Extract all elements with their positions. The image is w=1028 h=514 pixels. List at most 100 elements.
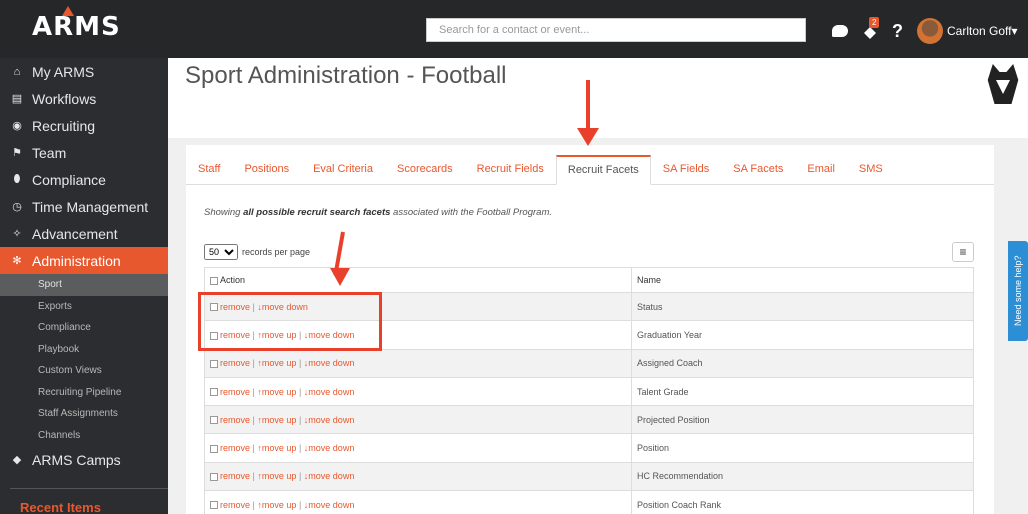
row-checkbox[interactable] [210, 501, 218, 510]
move-up-label: move up [261, 499, 297, 510]
sidebar-subitem-exports[interactable]: Exports [0, 296, 168, 318]
tab-staff[interactable]: Staff [186, 154, 232, 184]
user-menu[interactable]: Carlton Goff▾ [947, 24, 1018, 38]
sidebar-item-time-management[interactable]: ◷ Time Management [0, 193, 168, 220]
move-up-link[interactable]: ↑move up [257, 415, 296, 425]
move-up-link[interactable]: ↑move up [257, 358, 296, 368]
records-per-page: 50 records per page [204, 244, 310, 260]
sidebar-subitem-staff-assignments[interactable]: Staff Assignments [0, 403, 168, 425]
separator: | [252, 443, 255, 454]
sidebar-subitem-custom-views[interactable]: Custom Views [0, 360, 168, 382]
tab-sa-facets[interactable]: SA Facets [721, 154, 795, 184]
tab-scorecards[interactable]: Scorecards [385, 154, 465, 184]
main-content: Sport Administration - Football Staff Po… [168, 58, 1028, 514]
sidebar-item-administration[interactable]: ✻ Administration [0, 247, 176, 274]
move-down-label: move down [308, 443, 355, 454]
sidebar-item-arms-camps[interactable]: ◆ ARMS Camps [0, 446, 168, 473]
table-row: remove | ↑move up | ↓move down Position C… [204, 490, 974, 514]
select-all-checkbox[interactable] [210, 276, 218, 285]
notifications-button[interactable]: 2 [862, 17, 880, 41]
sidebar-item-label: Time Management [32, 198, 149, 215]
sidebar: ⌂ My ARMS ▤ Workflows ◉ Recruiting ⚑ Team ⬮ C… [0, 58, 176, 514]
move-up-link[interactable]: ↑move up [257, 443, 296, 453]
facet-name: HC Recommendation [631, 461, 974, 492]
separator: | [298, 358, 302, 369]
move-up-link[interactable]: ↑move up [257, 500, 296, 510]
per-page-select[interactable]: 50 [204, 244, 238, 260]
tab-eval-criteria[interactable]: Eval Criteria [301, 154, 385, 184]
recent-items-heading: Recent Items [20, 500, 101, 514]
remove-link[interactable]: remove [220, 471, 250, 481]
move-down-link[interactable]: ↓move down [304, 358, 355, 368]
row-checkbox[interactable] [210, 473, 218, 482]
arms-logo[interactable]: ARMS [32, 6, 142, 48]
separator: | [298, 471, 302, 482]
row-checkbox[interactable] [210, 388, 218, 397]
separator: | [298, 443, 302, 454]
description-prefix: Showing [204, 207, 244, 218]
sidebar-item-my-arms[interactable]: ⌂ My ARMS [0, 58, 168, 85]
move-down-link[interactable]: ↓move down [304, 471, 355, 481]
move-up-link[interactable]: ↑move up [257, 471, 296, 481]
sidebar-item-advancement[interactable]: ✧ Advancement [0, 220, 168, 247]
tab-recruit-facets[interactable]: Recruit Facets [555, 155, 651, 185]
table-row: remove | ↑move up | ↓move down HC Recomme… [204, 461, 974, 492]
table-row: remove | ↑move up | ↓move down Position [204, 433, 974, 463]
remove-link[interactable]: remove [220, 500, 250, 510]
sidebar-subitem-channels[interactable]: Channels [0, 425, 168, 447]
tab-recruit-fields[interactable]: Recruit Fields [465, 154, 556, 184]
action-column-header: Action [204, 267, 632, 293]
sidebar-subitem-sport[interactable]: Sport [0, 274, 168, 296]
sidebar-subitem-recruiting-pipeline[interactable]: Recruiting Pipeline [0, 382, 168, 404]
name-column-header: Name [631, 267, 974, 293]
move-down-link[interactable]: ↓move down [304, 415, 355, 425]
sidebar-item-recruiting[interactable]: ◉ Recruiting [0, 112, 168, 139]
tab-positions[interactable]: Positions [232, 154, 301, 184]
chat-icon[interactable] [832, 25, 848, 37]
move-down-link[interactable]: ↓move down [304, 443, 355, 453]
need-help-tab[interactable]: Need some help? [1008, 241, 1028, 341]
table-row: remove | ↑move up | ↓move down Talent Gra… [204, 376, 974, 407]
remove-link[interactable]: remove [220, 415, 250, 425]
sidebar-item-label: Recruiting [32, 117, 96, 134]
column-menu-button[interactable]: ≡ [952, 242, 974, 262]
move-up-label: move up [261, 414, 297, 425]
notification-badge: 2 [869, 17, 880, 28]
facet-name: Assigned Coach [631, 348, 974, 378]
tab-sms[interactable]: SMS [847, 154, 895, 184]
sidebar-item-workflows[interactable]: ▤ Workflows [0, 85, 168, 112]
row-checkbox[interactable] [210, 416, 218, 425]
move-up-link[interactable]: ↑move up [257, 387, 296, 397]
sidebar-item-team[interactable]: ⚑ Team [0, 139, 168, 166]
move-down-link[interactable]: ↓move down [304, 387, 355, 397]
row-checkbox[interactable] [210, 444, 218, 453]
remove-link[interactable]: remove [220, 358, 250, 368]
help-icon[interactable]: ? [892, 21, 903, 42]
description-suffix: associated with the Football Program. [390, 207, 553, 218]
sidebar-subitem-compliance[interactable]: Compliance [0, 317, 168, 339]
move-down-label: move down [308, 499, 355, 510]
action-header-label: Action [220, 275, 246, 285]
move-up-label: move up [261, 471, 297, 482]
annotation-arrowhead-rows [330, 268, 350, 286]
remove-link[interactable]: remove [220, 387, 250, 397]
avatar[interactable] [917, 18, 943, 44]
sidebar-item-compliance[interactable]: ⬮ Compliance [0, 166, 168, 193]
sidebar-item-label: Compliance [32, 171, 106, 188]
row-checkbox[interactable] [210, 359, 218, 368]
search-input[interactable]: Search for a contact or event... [426, 18, 806, 42]
tab-sa-fields[interactable]: SA Fields [651, 154, 721, 184]
caret-down-icon: ▾ [1011, 24, 1018, 38]
tab-email[interactable]: Email [795, 154, 847, 184]
facet-name: Graduation Year [631, 320, 974, 350]
sidebar-item-label: My ARMS [32, 63, 95, 80]
compliance-icon: ⬮ [13, 173, 21, 185]
move-down-link[interactable]: ↓move down [304, 500, 355, 510]
sidebar-subitem-playbook[interactable]: Playbook [0, 339, 168, 361]
separator: | [298, 499, 302, 510]
remove-link[interactable]: remove [220, 443, 250, 453]
top-bar: ARMS Search for a contact or event... 2 … [0, 0, 1028, 58]
sidebar-item-label: ARMS Camps [32, 451, 121, 468]
move-up-label: move up [261, 443, 297, 454]
separator: | [252, 358, 255, 369]
